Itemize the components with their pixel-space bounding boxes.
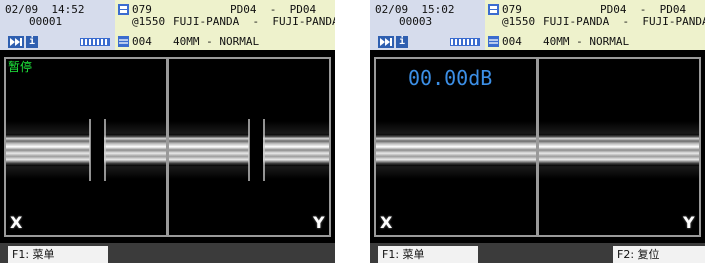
f2-reset-button[interactable]: F2: 复位 — [613, 246, 705, 263]
play-forward-icon[interactable] — [378, 36, 394, 48]
fiber-camera-area: 暂停 X Y — [0, 50, 335, 243]
x-axis-label: X — [10, 213, 23, 232]
f1-menu-button[interactable]: F1: 菜单 — [378, 246, 478, 263]
wavelength: @1550 — [132, 15, 166, 28]
x-view — [4, 57, 168, 237]
header-datetime-panel: 02/09 15:02 00003 i — [370, 0, 485, 50]
function-key-bar: F1: 菜单 F2: 复位 — [370, 243, 705, 263]
fiber-end-face — [89, 119, 91, 181]
fiber-image — [539, 134, 699, 166]
program-icon — [118, 4, 129, 15]
header-program-panel: 079 @1550 PD04 - PD04 FUJI-PANDA - FUJI-… — [485, 0, 705, 50]
status-header: 02/09 14:52 00001 i 079 @1550 PD04 - PD0… — [0, 0, 335, 50]
fiber-icon — [118, 36, 129, 47]
fiber-code: 004 — [132, 35, 152, 48]
wavelength: @1550 — [502, 15, 536, 28]
program-icon — [488, 4, 499, 15]
y-view — [537, 57, 701, 237]
x-axis-label: X — [380, 213, 393, 232]
splice-mode: 40MM - NORMAL — [173, 35, 260, 48]
status-label: 暂停 — [8, 60, 33, 74]
fiber-image — [6, 134, 166, 166]
fiber-type-mid: FUJI-PANDA - FUJI-PANDA — [543, 15, 705, 28]
splicer-screen-right: 02/09 15:02 00003 i 079 @1550 PD04 - PD0… — [370, 0, 705, 263]
header-program-panel: 079 @1550 PD04 - PD04 FUJI-PANDA - FUJI-… — [115, 0, 335, 50]
splice-counter: 00003 — [399, 15, 433, 28]
fiber-type-mid: FUJI-PANDA - FUJI-PANDA — [173, 15, 335, 28]
y-view — [167, 57, 331, 237]
splice-mode: 40MM - NORMAL — [543, 35, 630, 48]
info-icon[interactable]: i — [396, 36, 408, 48]
splice-counter: 00001 — [29, 15, 63, 28]
f1-menu-button[interactable]: F1: 菜单 — [8, 246, 108, 263]
fiber-icon — [488, 36, 499, 47]
y-axis-label: Y — [313, 213, 325, 232]
waveform-icon[interactable] — [450, 38, 480, 46]
header-datetime-panel: 02/09 14:52 00001 i — [0, 0, 115, 50]
waveform-icon[interactable] — [80, 38, 110, 46]
splice-loss-readout: 00.00dB — [408, 66, 493, 90]
fiber-image — [376, 134, 536, 166]
fiber-end-face — [248, 119, 250, 181]
fiber-gap — [249, 59, 263, 235]
fiber-gap — [90, 59, 104, 235]
fiber-code: 004 — [502, 35, 522, 48]
fiber-end-face — [263, 119, 265, 181]
fiber-camera-area: 00.00dB X Y — [370, 50, 705, 243]
splicer-screen-left: 02/09 14:52 00001 i 079 @1550 PD04 - PD0… — [0, 0, 335, 263]
y-axis-label: Y — [683, 213, 695, 232]
fiber-end-face — [104, 119, 106, 181]
function-key-bar: F1: 菜单 — [0, 243, 335, 263]
play-forward-icon[interactable] — [8, 36, 24, 48]
info-icon[interactable]: i — [26, 36, 38, 48]
status-header: 02/09 15:02 00003 i 079 @1550 PD04 - PD0… — [370, 0, 705, 50]
